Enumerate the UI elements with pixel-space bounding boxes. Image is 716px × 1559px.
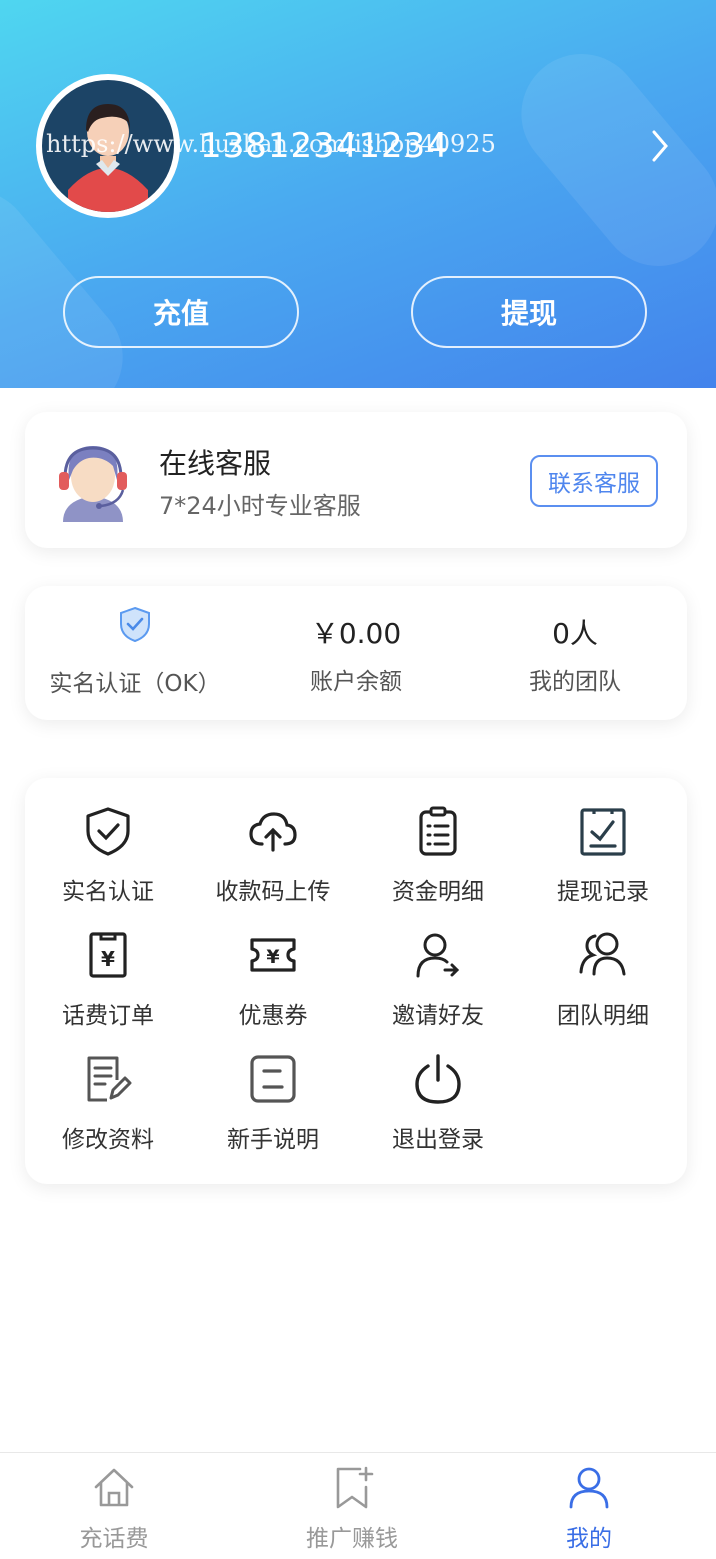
header-decoration: [496, 29, 716, 291]
balance-value: ￥0.00: [310, 617, 402, 650]
menu-item-beginner-guide[interactable]: 新手说明: [190, 1054, 356, 1164]
stat-verification[interactable]: 实名认证（OK）: [25, 586, 245, 720]
menu-item-withdraw-records[interactable]: 提现记录: [520, 806, 686, 916]
menu-item-label: 资金明细: [392, 879, 484, 905]
menu-item-logout[interactable]: 退出登录: [355, 1054, 521, 1164]
verified-shield-icon: [120, 606, 150, 642]
stat-label: 实名认证（OK）: [49, 671, 221, 697]
tab-label: 我的: [566, 1526, 612, 1552]
watermark-text: https://www.huzhan.com/ishop40925: [46, 130, 496, 158]
menu-item-label: 退出登录: [392, 1127, 484, 1153]
menu-item-label: 团队明细: [557, 1003, 649, 1029]
customer-service-icon: [59, 446, 127, 522]
stat-balance[interactable]: ￥0.00 账户余额: [246, 586, 466, 720]
clipboard-check-icon: [580, 808, 626, 856]
chevron-right-icon[interactable]: [648, 128, 672, 164]
profile-header: 13812341234 https://www.huzhan.com/ishop…: [0, 0, 716, 388]
cloud-upload-icon: [249, 812, 297, 852]
service-title: 在线客服: [159, 447, 272, 480]
menu-item-label: 实名认证: [62, 879, 154, 905]
menu-item-label: 优惠券: [238, 1003, 308, 1029]
tab-recharge[interactable]: 充话费: [24, 1453, 204, 1559]
tab-label: 充话费: [79, 1526, 149, 1552]
tab-mine[interactable]: 我的: [499, 1453, 679, 1559]
bookmark-plus-icon: [336, 1466, 374, 1509]
stat-label: 我的团队: [529, 669, 621, 695]
shield-check-icon: [86, 807, 130, 856]
function-menu-card: 实名认证 收款码上传 资金明细 提现记录 ¥ 话费订单 ¥ 优惠券 邀请好友 团…: [25, 778, 687, 1184]
invite-user-icon: [416, 933, 460, 978]
menu-item-team-details[interactable]: 团队明细: [520, 930, 686, 1040]
menu-item-upload-qr[interactable]: 收款码上传: [190, 806, 356, 916]
menu-item-fund-details[interactable]: 资金明细: [355, 806, 521, 916]
menu-item-phone-orders[interactable]: ¥ 话费订单: [25, 930, 191, 1040]
user-icon: [569, 1467, 609, 1509]
contact-service-button[interactable]: 联系客服: [530, 455, 658, 507]
menu-item-real-name[interactable]: 实名认证: [25, 806, 191, 916]
customer-service-card: 在线客服 7*24小时专业客服 联系客服: [25, 412, 687, 548]
power-icon: [415, 1054, 461, 1104]
recharge-button[interactable]: 充值: [63, 276, 299, 348]
menu-item-label: 修改资料: [62, 1127, 154, 1153]
account-stats-card: 实名认证（OK） ￥0.00 账户余额 0人 我的团队: [25, 586, 687, 720]
home-icon: [94, 1468, 134, 1507]
bottom-tab-bar: 充话费 推广赚钱 我的: [0, 1452, 716, 1559]
menu-item-label: 提现记录: [557, 879, 649, 905]
clipboard-list-icon: [419, 806, 457, 856]
menu-item-label: 新手说明: [227, 1127, 319, 1153]
svg-text:¥: ¥: [101, 947, 115, 971]
menu-item-label: 收款码上传: [215, 879, 331, 905]
service-subtitle: 7*24小时专业客服: [159, 492, 361, 520]
menu-item-coupons[interactable]: ¥ 优惠券: [190, 930, 356, 1040]
svg-text:¥: ¥: [266, 946, 279, 968]
guide-icon: [250, 1055, 296, 1103]
stat-team[interactable]: 0人 我的团队: [465, 586, 685, 720]
menu-item-edit-profile[interactable]: 修改资料: [25, 1054, 191, 1164]
yuan-bill-icon: ¥: [89, 932, 127, 978]
menu-item-label: 邀请好友: [392, 1003, 484, 1029]
team-count-value: 0人: [552, 617, 598, 650]
menu-item-invite-friends[interactable]: 邀请好友: [355, 930, 521, 1040]
withdraw-button[interactable]: 提现: [411, 276, 647, 348]
menu-item-label: 话费订单: [62, 1003, 154, 1029]
edit-document-icon: [87, 1056, 132, 1102]
tab-label: 推广赚钱: [306, 1526, 398, 1552]
stat-label: 账户余额: [310, 669, 402, 695]
tab-promote[interactable]: 推广赚钱: [262, 1453, 442, 1559]
team-icon: [579, 932, 626, 976]
coupon-icon: ¥: [250, 938, 296, 972]
